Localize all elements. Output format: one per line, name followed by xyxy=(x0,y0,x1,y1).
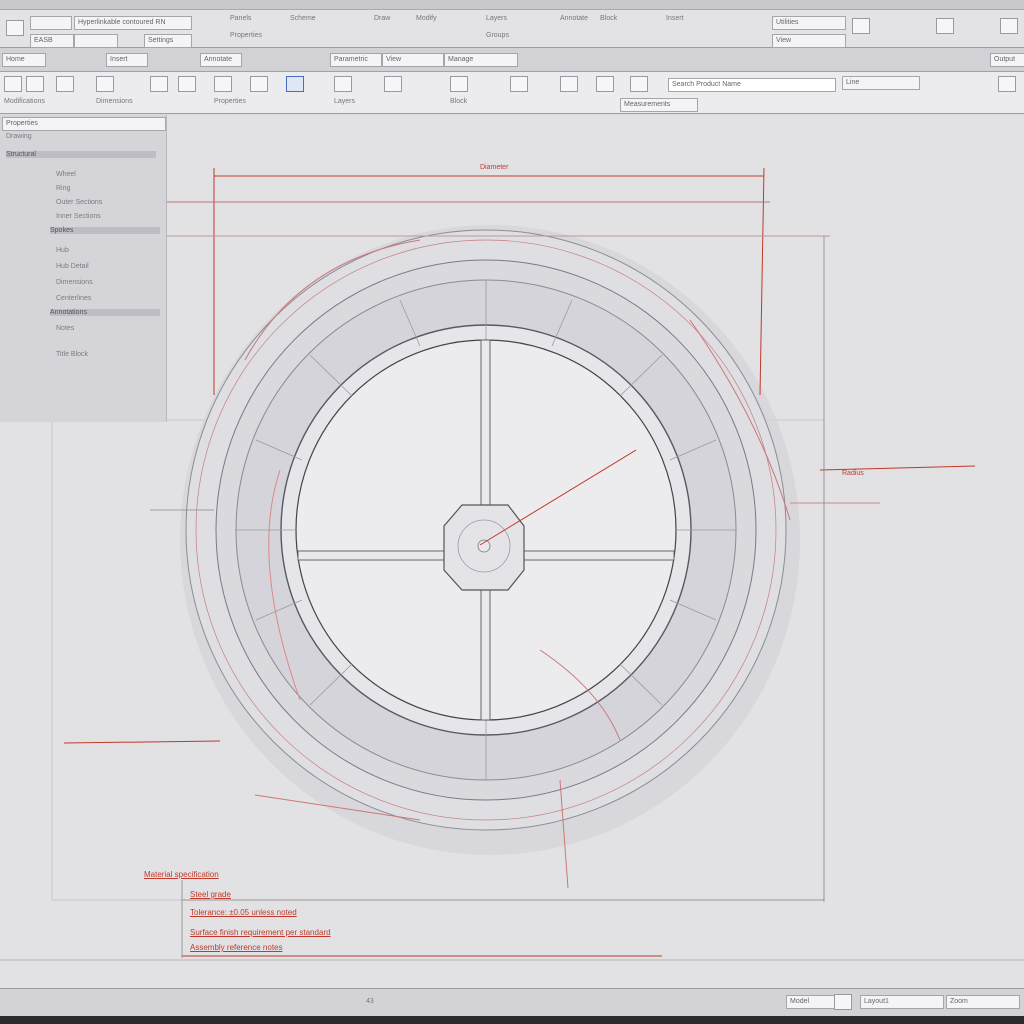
dimension-radius-text[interactable]: Radius xyxy=(842,470,864,477)
group-tool-icon[interactable] xyxy=(596,76,614,92)
rotate-tool-icon[interactable] xyxy=(178,76,196,92)
tree-item[interactable]: Outer Sections xyxy=(56,199,102,206)
ribbon-label[interactable]: Properties xyxy=(230,32,262,39)
ribbon-label[interactable]: Draw xyxy=(374,15,390,22)
ribbon-chip-b[interactable] xyxy=(74,34,118,48)
tool-group-label: Measurements xyxy=(620,98,698,112)
linetype-field[interactable]: Line xyxy=(842,76,920,90)
note-line[interactable]: Steel grade xyxy=(190,890,231,899)
properties-panel: Properties Drawing Structural Wheel Ring… xyxy=(0,115,167,422)
tool-row: Modifications Dimensions Properties Laye… xyxy=(0,72,1024,114)
tab-manage[interactable]: Manage xyxy=(444,53,518,67)
circle-tool-icon[interactable] xyxy=(56,76,74,92)
product-search-input[interactable]: Search Product Name xyxy=(668,78,836,92)
tree-item-selected[interactable]: Structural xyxy=(6,151,156,158)
layout-toggle-icon[interactable] xyxy=(834,994,852,1010)
tree-item[interactable]: Hub Detail xyxy=(56,263,89,270)
tree-item[interactable]: Centerlines xyxy=(56,295,91,302)
tool-group-label: Properties xyxy=(214,98,246,105)
layer-tool-icon[interactable] xyxy=(384,76,402,92)
close-icon[interactable] xyxy=(1000,18,1018,34)
ribbon-search[interactable]: Utilities xyxy=(772,16,846,30)
tree-item[interactable]: Ring xyxy=(56,185,70,192)
ribbon-label[interactable]: Layers xyxy=(486,15,507,22)
ribbon-field-3[interactable]: Settings xyxy=(144,34,192,48)
ribbon-label[interactable]: Modify xyxy=(416,15,437,22)
ribbon-label[interactable]: Groups xyxy=(486,32,509,39)
note-line[interactable]: Material specification xyxy=(144,870,219,879)
tree-item[interactable]: Annotations xyxy=(50,309,160,316)
ribbon-label[interactable]: Block xyxy=(600,15,617,22)
tab-annotate[interactable]: Annotate xyxy=(200,53,242,67)
tab-parametric[interactable]: Parametric xyxy=(330,53,382,67)
dimension-tool-icon[interactable] xyxy=(286,76,304,92)
tool-group-label: Dimensions xyxy=(96,98,133,105)
ribbon-label[interactable]: Scheme xyxy=(290,15,316,22)
panel-title: Properties xyxy=(2,117,166,131)
measure-tool-icon[interactable] xyxy=(560,76,578,92)
tree-item[interactable]: Notes xyxy=(56,325,74,332)
tab-home[interactable]: Home xyxy=(2,53,46,67)
ribbon-chip[interactable] xyxy=(30,16,72,30)
tree-item[interactable]: Spokes xyxy=(50,227,160,234)
ribbon-field-2[interactable]: EASB xyxy=(30,34,74,48)
status-bar: 43 Model Layout1 Zoom xyxy=(0,988,1024,1016)
text-tool-icon[interactable] xyxy=(334,76,352,92)
tab-insert[interactable]: Insert xyxy=(106,53,148,67)
note-line[interactable]: Assembly reference notes xyxy=(190,943,283,952)
tree-item[interactable]: Hub xyxy=(56,247,69,254)
tree-item[interactable]: Dimensions xyxy=(56,279,93,286)
polyline-tool-icon[interactable] xyxy=(26,76,44,92)
ribbon-label[interactable]: Annotate xyxy=(560,15,588,22)
tab-row: Home Insert Annotate Parametric View Man… xyxy=(0,48,1024,72)
block-tool-icon[interactable] xyxy=(450,76,468,92)
ribbon: Hyperlinkable contoured RN EASB Settings… xyxy=(0,10,1024,48)
tab-view[interactable]: View xyxy=(382,53,444,67)
tree-item[interactable]: Drawing xyxy=(6,133,32,140)
line-tool-icon[interactable] xyxy=(4,76,22,92)
tool-group-label: Block xyxy=(450,98,468,105)
tree-item[interactable]: Wheel xyxy=(56,171,76,178)
expand-icon[interactable] xyxy=(998,76,1016,92)
zoom-control[interactable]: Zoom xyxy=(946,995,1020,1009)
taskbar-edge xyxy=(0,1016,1024,1024)
tool-group-label: Layers xyxy=(334,98,356,105)
trim-tool-icon[interactable] xyxy=(214,76,232,92)
arc-tool-icon[interactable] xyxy=(96,76,114,92)
tree-item[interactable]: Inner Sections xyxy=(56,213,101,220)
dimension-diameter-text[interactable]: Diameter xyxy=(480,164,508,171)
ribbon-field-main[interactable]: Hyperlinkable contoured RN xyxy=(74,16,192,30)
ribbon-view[interactable]: View xyxy=(772,34,846,48)
note-line[interactable]: Surface finish requirement per standard xyxy=(190,928,331,937)
help-icon[interactable] xyxy=(936,18,954,34)
layout-tab[interactable]: Layout1 xyxy=(860,995,944,1009)
properties-tool-icon[interactable] xyxy=(630,76,648,92)
model-button[interactable]: Model xyxy=(786,995,836,1009)
ribbon-label[interactable]: Insert xyxy=(666,15,684,22)
tree-item[interactable]: Title Block xyxy=(56,351,88,358)
status-text: 43 xyxy=(366,998,374,1005)
tab-output[interactable]: Output xyxy=(990,53,1024,67)
copy-tool-icon[interactable] xyxy=(250,76,268,92)
app-menu-icon[interactable] xyxy=(6,20,24,36)
settings-icon[interactable] xyxy=(852,18,870,34)
move-tool-icon[interactable] xyxy=(150,76,168,92)
title-bar xyxy=(0,0,1024,10)
ribbon-label[interactable]: Panels xyxy=(230,15,251,22)
note-line[interactable]: Tolerance: ±0.05 unless noted xyxy=(190,908,297,917)
tool-group-label: Modifications xyxy=(4,98,45,105)
insert-tool-icon[interactable] xyxy=(510,76,528,92)
